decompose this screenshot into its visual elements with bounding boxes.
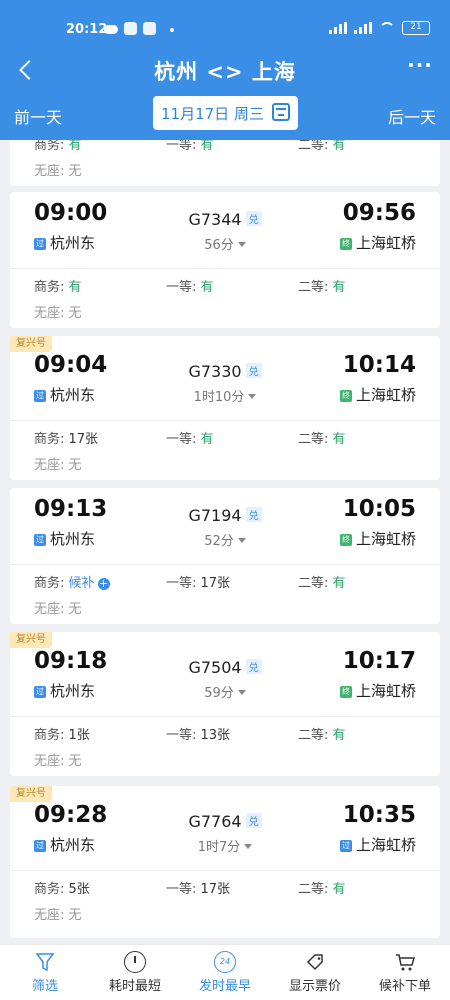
arrival-time: 10:17	[342, 648, 416, 674]
seat-none: 无座: 无	[34, 754, 82, 769]
train-card[interactable]: 商务: 有 一等: 有 二等: 有 无座: 无	[10, 140, 440, 186]
more-button[interactable]: ···	[404, 55, 436, 82]
seat-first: 一等: 17张	[166, 576, 231, 591]
redeem-badge: 兑	[245, 659, 262, 674]
next-day-button[interactable]: 后一天	[388, 104, 436, 128]
status-time: 20:12	[66, 22, 108, 37]
arrival-time: 10:14	[342, 352, 416, 378]
tab-show-price[interactable]: 显示票价	[270, 945, 360, 1000]
terminal-station-icon: 终	[339, 237, 352, 250]
cart-icon	[394, 951, 416, 973]
seat-second: 二等: 有	[298, 280, 346, 295]
arrival-station: 过上海虹桥	[339, 836, 416, 854]
filter-icon	[34, 951, 56, 973]
app-notification-icon	[143, 22, 156, 35]
train-card[interactable]: 09:00 G7344 兑 09:56 过杭州东 56分 终上海虹桥 商务: 有 …	[10, 192, 440, 328]
signal-icon	[329, 22, 347, 34]
tab-shortest-duration[interactable]: 耗时最短	[90, 945, 180, 1000]
seat-first: 一等: 13张	[166, 728, 231, 743]
wifi-icon	[379, 22, 395, 34]
pass-station-icon: 过	[339, 839, 352, 852]
tab-waitlist-order[interactable]: 候补下单	[360, 945, 450, 1000]
seat-business: 商务: 17张	[34, 432, 99, 447]
seat-first: 一等: 17张	[166, 882, 231, 897]
seat-first: 一等: 有	[166, 280, 214, 295]
seat-second: 二等: 有	[298, 728, 346, 743]
arrival-time: 10:35	[342, 802, 416, 828]
chevron-down-icon	[244, 844, 253, 849]
arrival-station: 终上海虹桥	[339, 234, 416, 252]
terminal-station-icon: 终	[339, 389, 352, 402]
arrival-station: 终上海虹桥	[339, 386, 416, 404]
chevron-down-icon	[237, 538, 246, 543]
cloud-icon	[104, 25, 118, 34]
redeem-badge: 兑	[245, 507, 262, 522]
arrival-station: 终上海虹桥	[339, 530, 416, 548]
seat-business: 商务: 有	[34, 140, 82, 153]
train-list[interactable]: 商务: 有 一等: 有 二等: 有 无座: 无 09:00 G7344 兑 09:…	[10, 140, 440, 944]
seat-second: 二等: 有	[298, 576, 346, 591]
redeem-badge: 兑	[245, 363, 262, 378]
arrival-time: 10:05	[342, 496, 416, 522]
date-label: 11月17日 周三	[161, 105, 264, 123]
seat-business: 商务: 1张	[34, 728, 90, 743]
arrival-time: 09:56	[342, 200, 416, 226]
tab-earliest-departure[interactable]: 24 发时最早	[180, 945, 270, 1000]
seat-business-waitlist[interactable]: 商务: 候补 +	[34, 572, 110, 591]
chevron-down-icon	[248, 394, 257, 399]
seat-second: 二等: 有	[298, 432, 346, 447]
bottom-toolbar: 筛选 耗时最短 24 发时最早 显示票价 候补下单	[0, 944, 450, 1000]
calendar-icon	[272, 103, 290, 121]
add-waitlist-icon: +	[97, 577, 110, 590]
signal-icon-2	[354, 22, 372, 34]
train-card[interactable]: 09:13 G7194 兑 10:05 过杭州东 52分 终上海虹桥 商务: 候补…	[10, 488, 440, 624]
seat-none: 无座: 无	[34, 164, 82, 179]
24-icon: 24	[214, 951, 236, 973]
train-card[interactable]: 复兴号 09:04 G7330 兑 10:14 过杭州东 1时10分 终上海虹桥 …	[10, 336, 440, 480]
prev-day-button[interactable]: 前一天	[14, 104, 62, 128]
seat-none: 无座: 无	[34, 306, 82, 321]
date-bar: 前一天 11月17日 周三 后一天	[0, 96, 450, 132]
seat-none: 无座: 无	[34, 602, 82, 617]
tab-filter[interactable]: 筛选	[0, 945, 90, 1000]
redeem-badge: 兑	[245, 813, 262, 828]
seat-none: 无座: 无	[34, 908, 82, 923]
chevron-down-icon	[237, 690, 246, 695]
shield-icon	[124, 22, 137, 35]
train-card[interactable]: 复兴号 09:28 G7764 兑 10:35 过杭州东 1时7分 过上海虹桥 商…	[10, 786, 440, 938]
battery-icon: 21	[402, 21, 430, 35]
seat-business: 商务: 有	[34, 280, 82, 295]
seat-first: 一等: 有	[166, 432, 214, 447]
arrival-station: 终上海虹桥	[339, 682, 416, 700]
seat-second: 二等: 有	[298, 140, 346, 153]
app-header: 20:12 21 杭州 <> 上海 ··· 前一天 11月17日 周三 后一天	[0, 0, 450, 140]
dot-icon	[170, 28, 174, 32]
status-bar: 20:12 21	[0, 18, 450, 44]
seat-second: 二等: 有	[298, 882, 346, 897]
page-title: 杭州 <> 上海	[154, 60, 296, 84]
seat-none: 无座: 无	[34, 458, 82, 473]
seat-first: 一等: 有	[166, 140, 214, 153]
redeem-badge: 兑	[245, 211, 262, 226]
date-picker[interactable]: 11月17日 周三	[153, 96, 298, 130]
seat-business: 商务: 5张	[34, 882, 90, 897]
terminal-station-icon: 终	[339, 685, 352, 698]
chevron-down-icon	[237, 242, 246, 247]
terminal-station-icon: 终	[339, 533, 352, 546]
train-card[interactable]: 复兴号 09:18 G7504 兑 10:17 过杭州东 59分 终上海虹桥 商务…	[10, 632, 440, 776]
clock-icon	[124, 951, 146, 973]
navbar: 杭州 <> 上海 ···	[0, 50, 450, 90]
price-tag-icon	[304, 951, 326, 973]
